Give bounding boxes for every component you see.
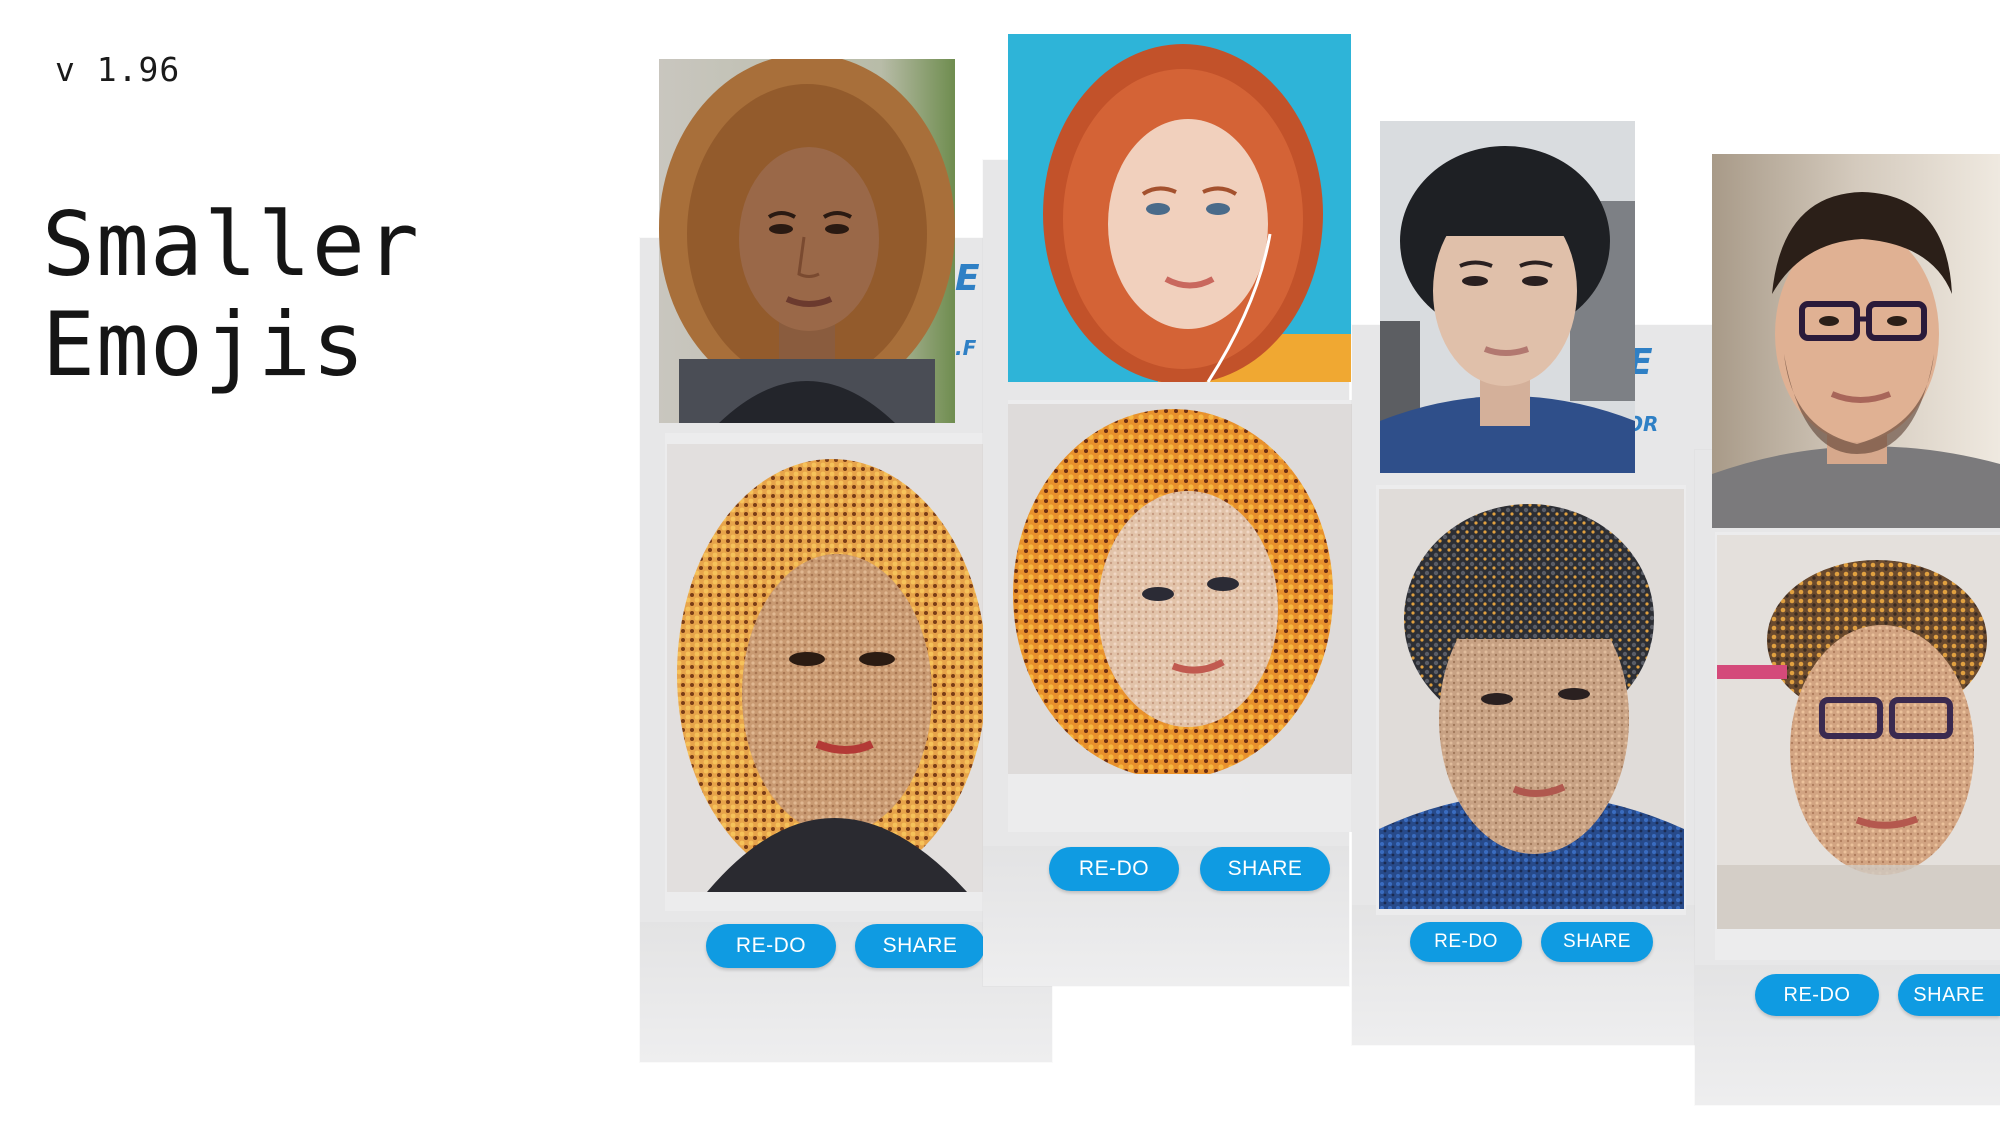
- version-label: v 1.96: [55, 50, 181, 89]
- redo-button[interactable]: RE-DO: [1049, 847, 1179, 891]
- share-button[interactable]: SHARE: [1541, 922, 1653, 962]
- redo-button[interactable]: RE-DO: [1755, 974, 1879, 1016]
- background-app-text: E: [955, 258, 980, 299]
- share-button[interactable]: SHARE: [855, 924, 985, 968]
- emoji-mosaic-4: [1717, 535, 2000, 929]
- slide-title: Smaller Emojis: [42, 195, 420, 395]
- title-line-2: Emojis: [42, 293, 366, 396]
- emoji-mosaic-2: [1008, 404, 1352, 774]
- source-photo-1: [659, 59, 955, 423]
- share-button[interactable]: SHARE: [1200, 847, 1330, 891]
- title-line-1: Smaller: [42, 193, 420, 296]
- redo-button[interactable]: RE-DO: [1410, 922, 1522, 962]
- source-photo-2: [1008, 34, 1351, 382]
- emoji-mosaic-3: [1379, 489, 1684, 909]
- emoji-mosaic-1: [667, 444, 987, 892]
- card-bottom: [1352, 905, 1712, 1045]
- source-photo-3: [1380, 121, 1635, 473]
- redo-button[interactable]: RE-DO: [706, 924, 836, 968]
- source-photo-4: [1712, 154, 2000, 528]
- share-button[interactable]: SHARE: [1898, 974, 2000, 1016]
